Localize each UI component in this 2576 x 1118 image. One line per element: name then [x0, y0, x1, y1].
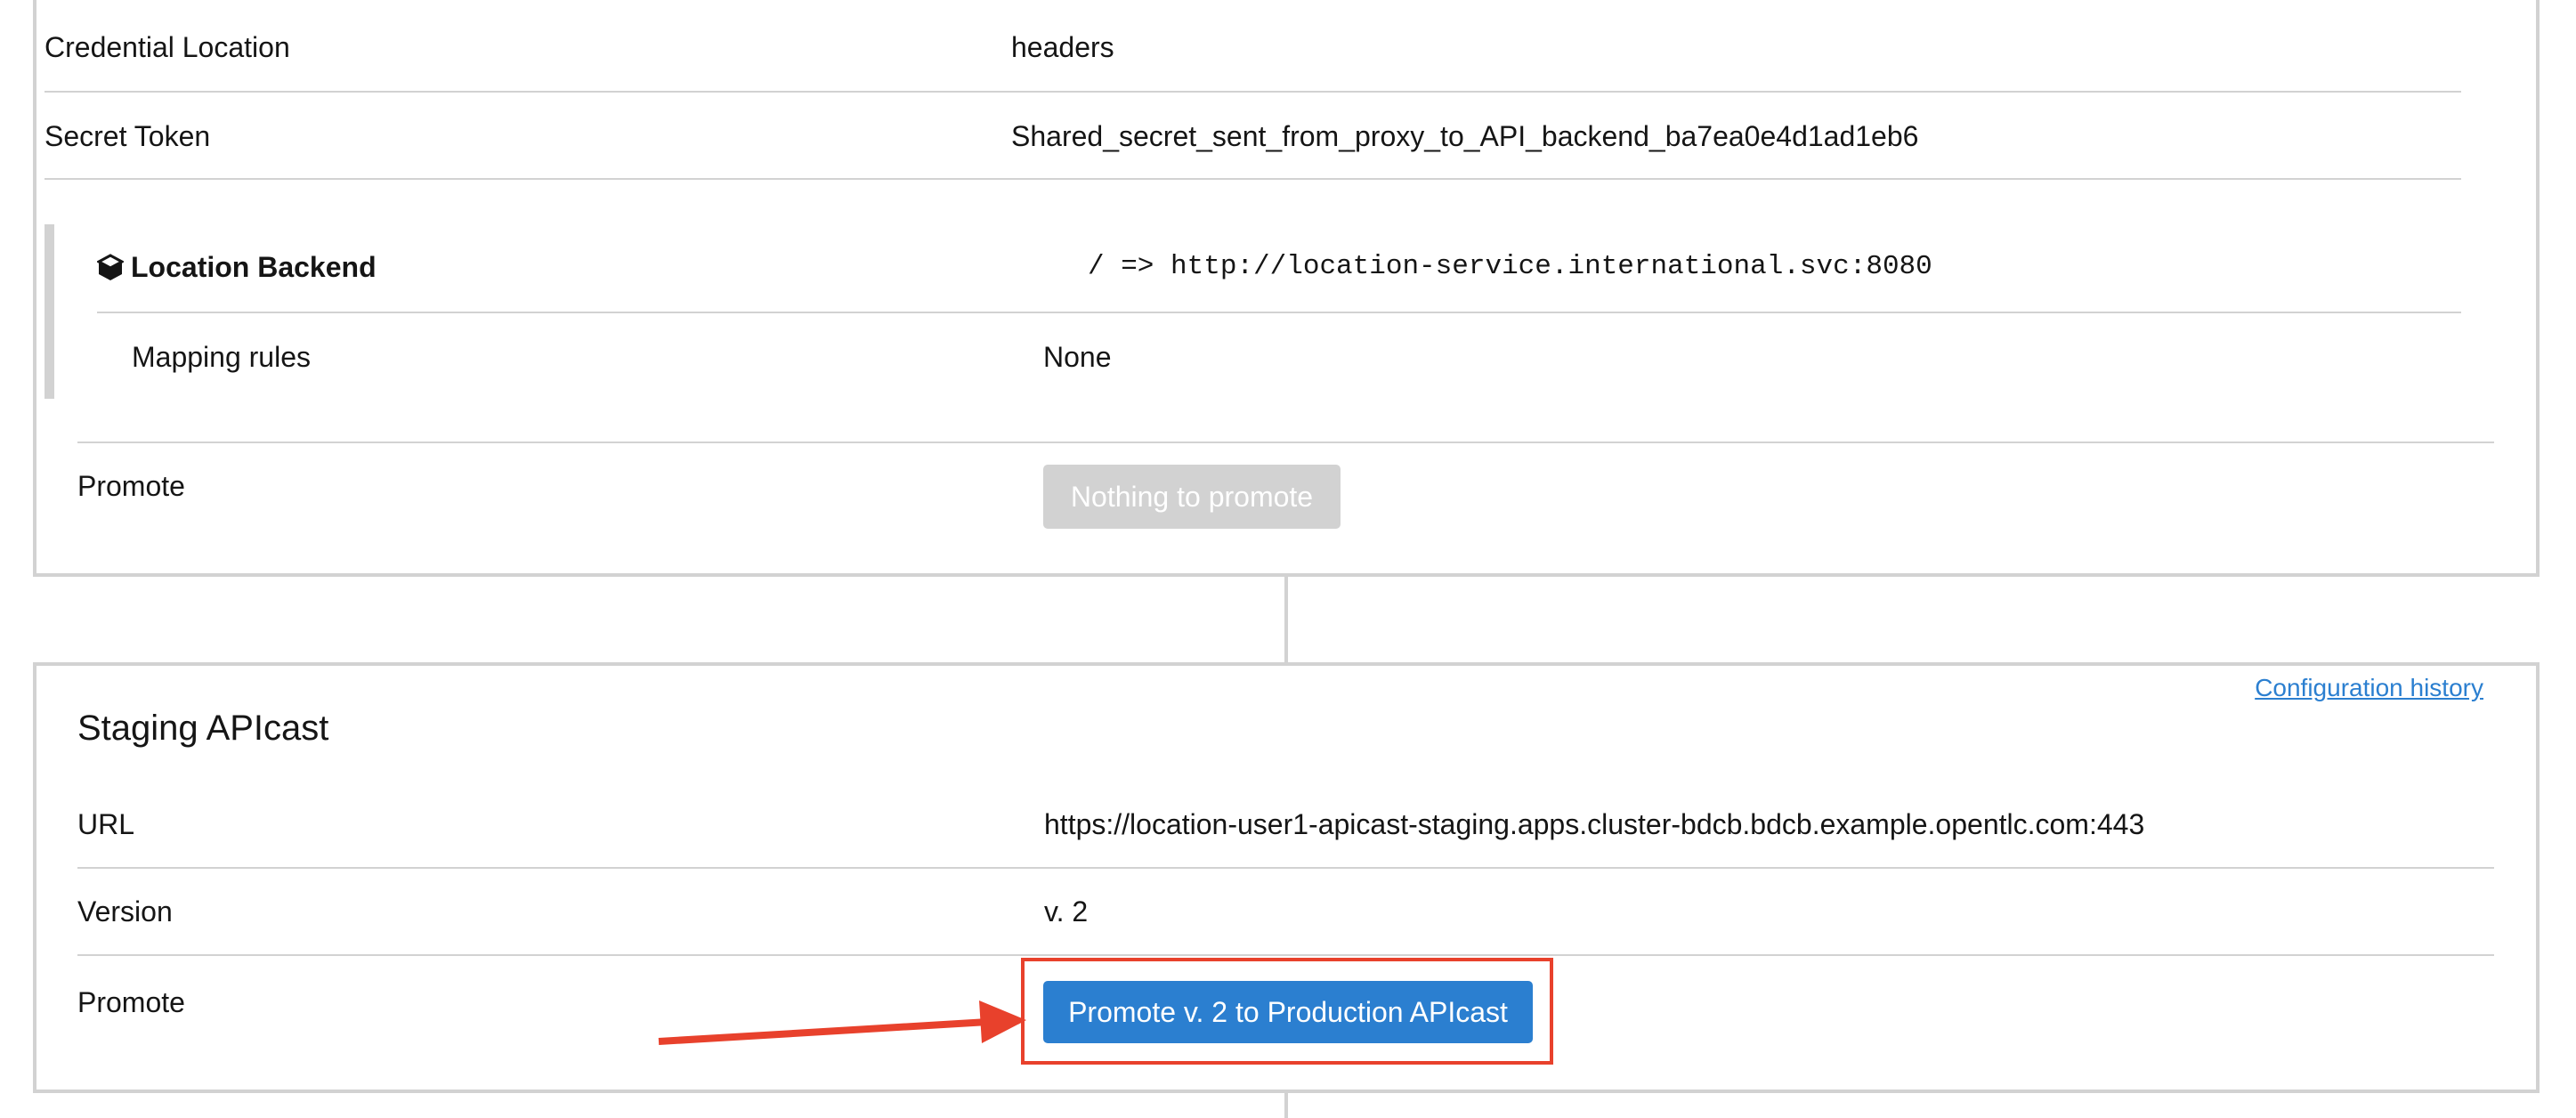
annotation-arrow-icon [658, 1001, 1026, 1045]
